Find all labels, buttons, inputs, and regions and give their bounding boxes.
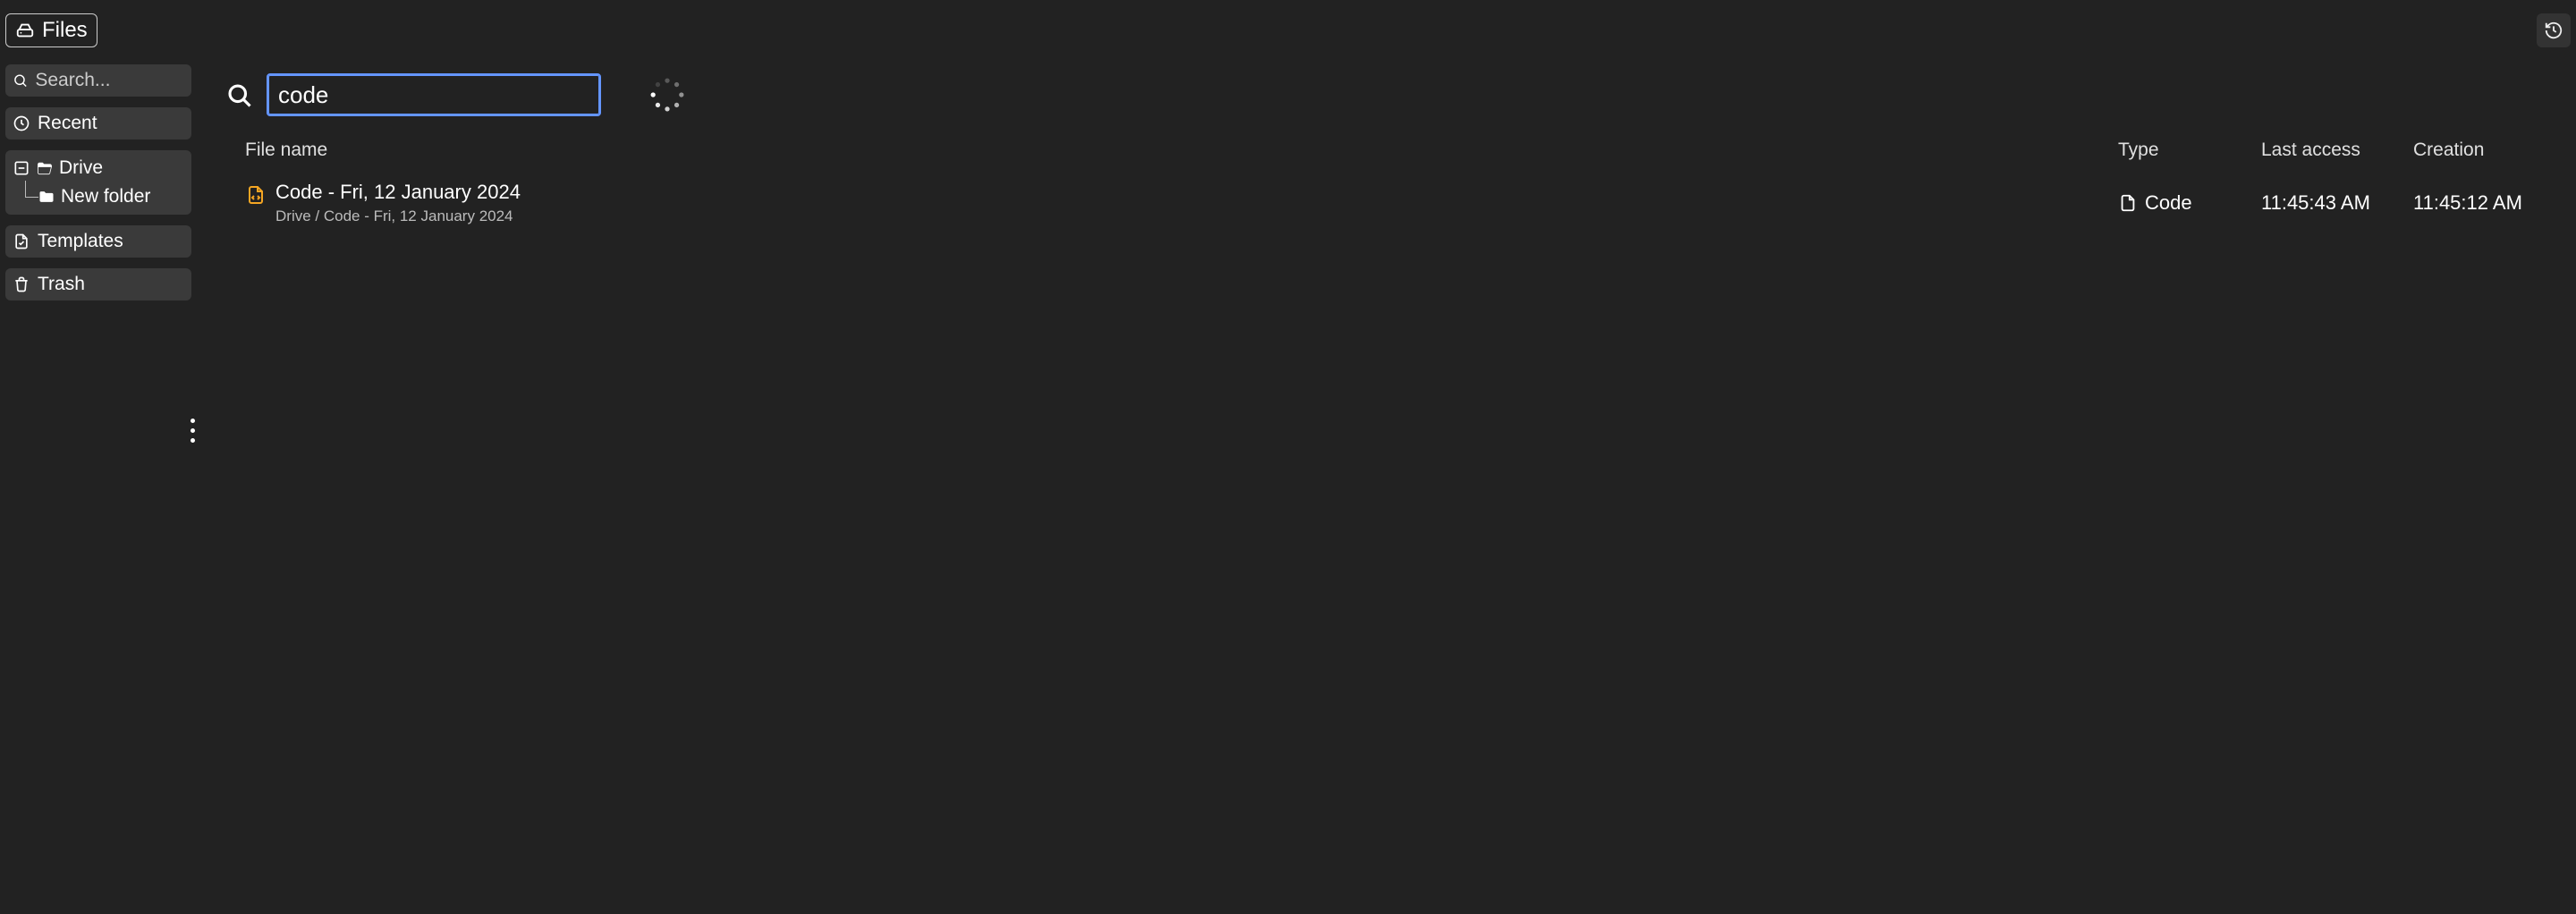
sidebar-item-templates[interactable]: Templates	[5, 225, 191, 258]
file-creation: 11:45:12 AM	[2413, 191, 2522, 214]
main-search-input[interactable]	[268, 75, 599, 114]
file-path: Drive / Code - Fri, 12 January 2024	[275, 207, 521, 225]
sidebar-item-label: Drive	[59, 157, 103, 179]
folder-icon	[38, 188, 55, 206]
folder-open-icon	[36, 159, 54, 177]
file-icon	[13, 233, 30, 250]
trash-icon	[13, 275, 30, 293]
main-content: File name Type Last access Creation Code…	[197, 61, 2576, 914]
sidebar-item-label: Trash	[38, 274, 85, 295]
col-creation-label: Creation	[2413, 140, 2484, 160]
col-access-label: Last access	[2261, 140, 2360, 160]
col-type-label: Type	[2118, 140, 2159, 161]
sidebar-item-trash[interactable]: Trash	[5, 268, 191, 300]
sidebar-item-drive[interactable]: Drive	[11, 154, 186, 182]
sidebar-search-input[interactable]	[35, 70, 184, 91]
type-icon	[2118, 193, 2138, 213]
file-access: 11:45:43 AM	[2261, 191, 2370, 214]
search-icon	[13, 72, 28, 89]
sidebar-tree: Drive New folder	[5, 150, 191, 215]
sidebar-item-label: Templates	[38, 231, 123, 252]
files-title-button[interactable]: Files	[5, 13, 97, 47]
clock-icon	[13, 114, 30, 132]
sidebar-search[interactable]	[5, 64, 191, 97]
table-row[interactable]: Code - Fri, 12 January 2024 Drive / Code…	[225, 173, 2547, 233]
file-type: Code	[2145, 191, 2192, 215]
search-icon	[225, 81, 252, 108]
sidebar-item-recent[interactable]: Recent	[5, 107, 191, 140]
col-name-label: File name	[245, 140, 327, 161]
loading-spinner-icon	[648, 75, 687, 114]
sidebar-item-label: Recent	[38, 113, 97, 134]
sidebar-item-label: New folder	[61, 186, 150, 207]
sidebar-resize-handle[interactable]	[191, 419, 195, 443]
drive-icon	[15, 21, 35, 40]
sidebar-item-new-folder[interactable]: New folder	[11, 182, 186, 211]
table-header: File name Type Last access Creation	[225, 132, 2547, 173]
code-file-icon	[245, 184, 267, 206]
history-icon	[2544, 21, 2563, 40]
files-title-label: Files	[42, 18, 88, 43]
sidebar: Recent Drive New folder Templates Trash	[0, 61, 197, 914]
history-button[interactable]	[2537, 13, 2571, 47]
file-name: Code - Fri, 12 January 2024	[275, 181, 521, 204]
collapse-icon[interactable]	[13, 159, 30, 177]
